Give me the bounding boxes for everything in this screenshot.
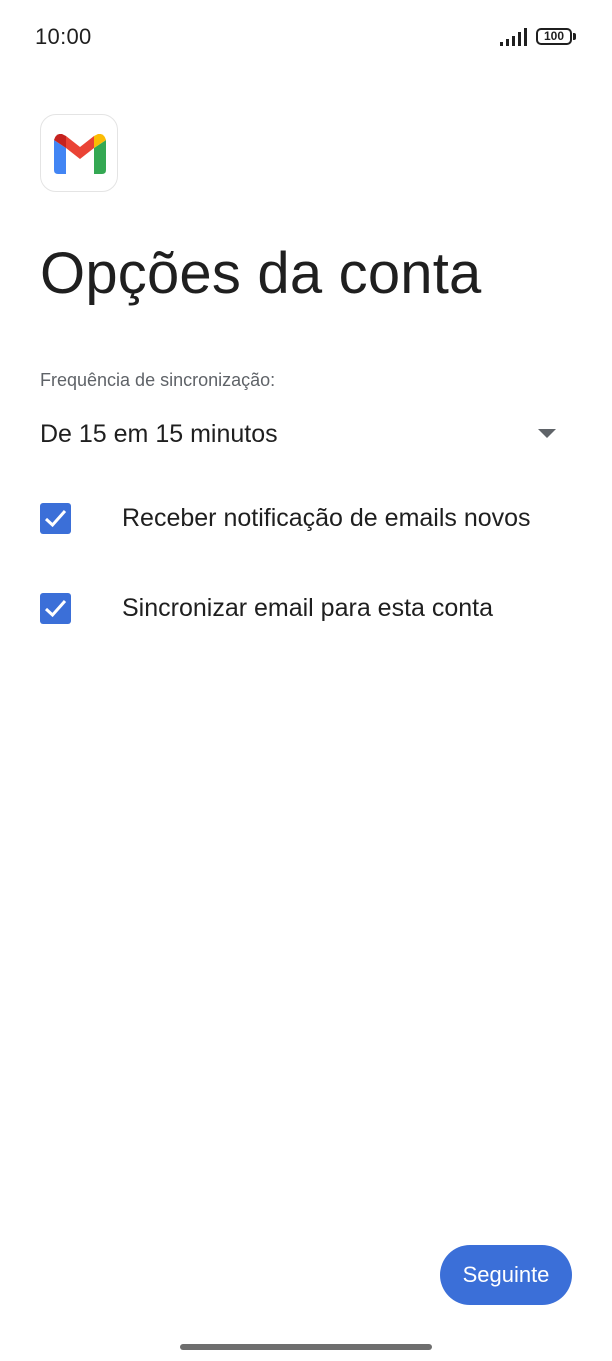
sync-frequency-label: Frequência de sincronização: — [40, 370, 276, 390]
sync-frequency-dropdown[interactable]: De 15 em 15 minutos — [40, 414, 562, 454]
sync-email-label: Sincronizar email para esta conta — [122, 594, 494, 622]
sync-email-option[interactable]: Sincronizar email para esta conta — [40, 589, 580, 629]
dropdown-arrow-icon — [538, 429, 556, 438]
sync-email-checkbox[interactable] — [40, 593, 71, 624]
signal-icon — [500, 28, 527, 46]
battery-tip — [573, 33, 576, 40]
next-button[interactable]: Seguinte — [440, 1245, 572, 1305]
new-email-notification-option[interactable]: Receber notificação de emails novos — [40, 499, 580, 539]
new-email-notification-checkbox[interactable] — [40, 503, 71, 534]
sync-frequency-value: De 15 em 15 minutos — [40, 420, 278, 448]
page-title: Opções da conta — [40, 241, 482, 306]
app-logo — [40, 114, 118, 192]
battery-icon: 100 — [536, 28, 572, 45]
battery-level: 100 — [543, 29, 565, 43]
checkmark-icon — [44, 600, 67, 618]
gmail-logo-icon — [54, 134, 106, 174]
new-email-notification-label: Receber notificação de emails novos — [122, 504, 531, 532]
status-bar: 10:00 100 — [0, 0, 612, 76]
gesture-nav-handle[interactable] — [180, 1344, 432, 1350]
checkmark-icon — [44, 510, 67, 528]
status-time: 10:00 — [35, 24, 92, 49]
